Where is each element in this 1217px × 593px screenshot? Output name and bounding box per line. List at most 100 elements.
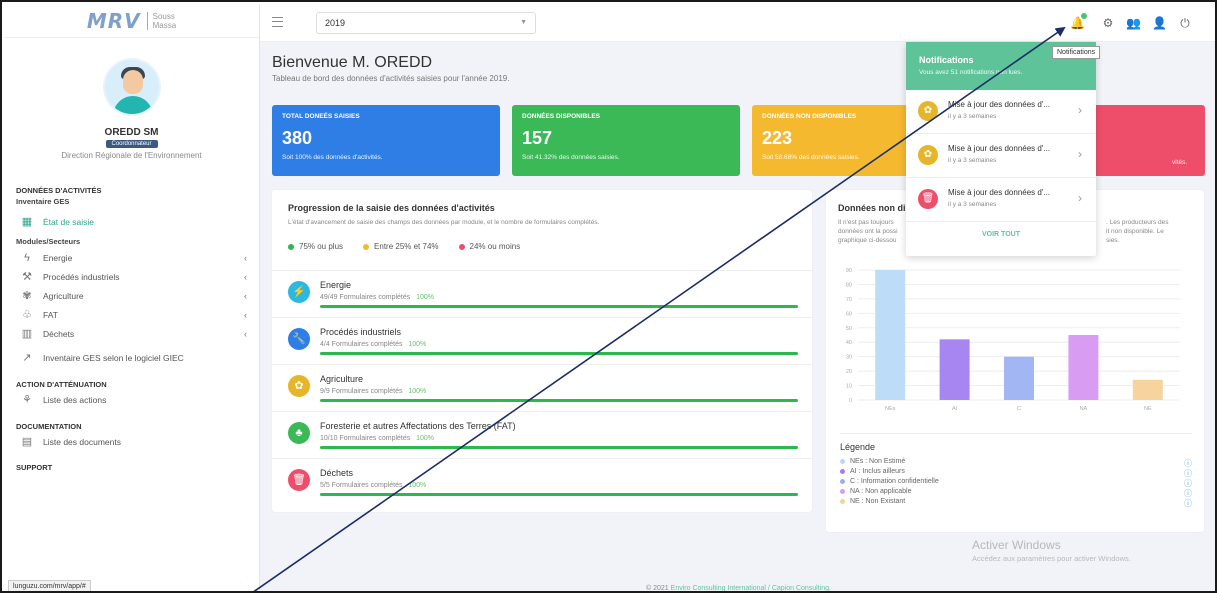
bar-nes[interactable] bbox=[875, 270, 906, 400]
avatar-head bbox=[122, 70, 143, 94]
bar-ne[interactable] bbox=[1132, 379, 1163, 400]
nav-item-documents[interactable]: ▤ Liste des documents bbox=[4, 432, 259, 451]
module-progress-row[interactable]: 🗑 Déchets 5/5 Formulaires complétés 100% bbox=[272, 458, 812, 505]
module-percent: 100% bbox=[408, 341, 427, 348]
stat-label: TOTAL DONEÉS SAISIES bbox=[282, 113, 360, 120]
nd-legend-list: NEs : Non Estimé ⓘ AI : Inclus ailleurs ⓘ C … bbox=[840, 458, 1192, 508]
wheat-icon: ✾ bbox=[22, 290, 32, 302]
users-icon[interactable]: 👥 bbox=[1126, 16, 1141, 30]
nav-item-actions[interactable]: ⚘ Liste des actions bbox=[4, 390, 259, 409]
chevron-left-icon: ‹ bbox=[244, 252, 247, 263]
settings-icon[interactable]: ⚙ bbox=[1101, 16, 1115, 30]
tree-icon: ♧ bbox=[22, 309, 32, 321]
module-icon: ⚡ bbox=[288, 281, 310, 303]
logo-subtitle: Souss Massa bbox=[146, 11, 176, 30]
logo[interactable]: MRV Souss Massa bbox=[4, 4, 259, 38]
module-icon: 🔧 bbox=[288, 328, 310, 350]
module-forms: 4/4 Formulaires complétés 100% bbox=[320, 341, 426, 348]
notification-icon: ✿ bbox=[918, 101, 938, 121]
nav-section-data: DONNÉES D'ACTIVITÉS bbox=[16, 186, 102, 195]
legend-dot bbox=[840, 458, 845, 464]
notification-item[interactable]: ✿ Mise à jour des données d'... il y a 3 s… bbox=[906, 90, 1096, 134]
user-role-badge: Coordonnateur bbox=[105, 140, 158, 148]
nav-section-support[interactable]: SUPPORT bbox=[4, 463, 259, 472]
nav-item-label: Agriculture bbox=[43, 290, 84, 301]
logo-text: MRV bbox=[86, 8, 141, 33]
bar-ai[interactable] bbox=[939, 339, 970, 400]
year-select[interactable]: 2019 ▼ bbox=[316, 12, 536, 34]
notification-time: il y a 3 semaines bbox=[948, 113, 997, 120]
module-progress-bar bbox=[320, 493, 798, 496]
module-forms-count: 49/49 Formulaires complétés bbox=[320, 294, 411, 301]
footer-link[interactable]: Enviro Consulting International / Capion… bbox=[671, 585, 829, 591]
module-percent: 100% bbox=[408, 388, 427, 395]
nav-item-inventaire-giec[interactable]: ↗ Inventaire GES selon le logiciel GIEC bbox=[4, 348, 259, 367]
nav-item-label: FAT bbox=[43, 309, 58, 320]
notifications-list: ✿ Mise à jour des données d'... il y a 3 s… bbox=[906, 90, 1096, 222]
stat-value: 157 bbox=[522, 128, 553, 148]
legend-dot bbox=[840, 498, 845, 504]
module-forms-count: 4/4 Formulaires complétés bbox=[320, 341, 403, 348]
notification-icon: ✿ bbox=[918, 145, 938, 165]
nav-item-dechets[interactable]: ▥ Déchets ‹ bbox=[4, 324, 259, 343]
info-icon[interactable]: ⓘ bbox=[1184, 498, 1192, 509]
module-progress-bar bbox=[320, 352, 798, 355]
windows-activation-watermark: Activer Windows Accédez aux paramètres p… bbox=[972, 538, 1131, 563]
notification-dot bbox=[1081, 13, 1087, 19]
nav-section-doc: DOCUMENTATION bbox=[16, 422, 82, 431]
notifications-subtitle: Vous avez 51 notifications non lues. bbox=[919, 69, 1023, 76]
x-tick-label: C bbox=[1017, 406, 1021, 412]
module-progress-row[interactable]: ⚡ Energie 49/49 Formulaires complétés 100% bbox=[272, 270, 812, 317]
legend-item: 24% ou moins bbox=[458, 242, 520, 251]
stat-card-total: TOTAL DONEÉS SAISIES 380 Soit 100% des d… bbox=[272, 105, 500, 176]
module-percent: 100% bbox=[408, 482, 427, 489]
legend-dot bbox=[840, 478, 845, 484]
page-title: Bienvenue M. OREDD bbox=[272, 54, 433, 71]
nav-item-label: Energie bbox=[43, 252, 73, 263]
nav-item-energie[interactable]: ϟ Energie ‹ bbox=[4, 248, 259, 267]
module-progress-bar bbox=[320, 305, 798, 308]
module-icon: 🗑 bbox=[288, 469, 310, 491]
module-forms-count: 9/9 Formulaires complétés bbox=[320, 388, 403, 395]
module-name: Agriculture bbox=[320, 374, 364, 384]
nd-desc-line: . Les producteurs des bbox=[1106, 219, 1169, 226]
module-progress-row[interactable]: ♣ Foresterie et autres Affectations des T… bbox=[272, 411, 812, 458]
module-progress-row[interactable]: ✿ Agriculture 9/9 Formulaires complétés 10… bbox=[272, 364, 812, 411]
notification-time: il y a 3 semaines bbox=[948, 201, 997, 208]
notification-title: Mise à jour des données d'... bbox=[948, 100, 1051, 109]
status-url: lunguzu.com/mrv/app/# bbox=[8, 580, 91, 591]
module-progress-bar bbox=[320, 399, 798, 402]
nav-item-procedes[interactable]: ⚒ Procédés industriels ‹ bbox=[4, 267, 259, 286]
bell-icon[interactable]: 🔔 bbox=[1070, 13, 1087, 30]
nd-desc-line: sies. bbox=[1106, 237, 1120, 244]
nav-item-fat[interactable]: ♧ FAT ‹ bbox=[4, 305, 259, 324]
menu-icon[interactable] bbox=[272, 17, 283, 27]
nav-item-etat-saisie[interactable]: ▦ État de saisie bbox=[4, 212, 259, 231]
y-tick-label: 90 bbox=[846, 268, 852, 274]
legend-item: Entre 25% et 74% bbox=[363, 242, 439, 251]
notification-item[interactable]: ✿ Mise à jour des données d'... il y a 3 s… bbox=[906, 134, 1096, 178]
stat-label: DONNÉES DISPONIBLES bbox=[522, 113, 601, 120]
module-icon: ♣ bbox=[288, 422, 310, 444]
page-subtitle: Tableau de bord des données d'activités … bbox=[272, 74, 510, 83]
notification-item[interactable]: 🗑 Mise à jour des données d'... il y a 3 s… bbox=[906, 178, 1096, 222]
nd-bar-chart: 0 10 20 30 40 50 60 70 80 90 NEs AI C NA NE bbox=[846, 268, 1180, 412]
progress-legend: 75% ou plus Entre 25% et 74% 24% ou moin… bbox=[288, 242, 796, 251]
nd-desc-right: . Les producteurs des it non disponible.… bbox=[1106, 218, 1169, 245]
user-icon[interactable]: 👤 bbox=[1152, 16, 1167, 30]
bar-c[interactable] bbox=[1004, 356, 1034, 400]
module-forms: 49/49 Formulaires complétés 100% bbox=[320, 294, 434, 301]
bar-na[interactable] bbox=[1068, 335, 1099, 400]
nd-legend-title: Légende bbox=[840, 442, 876, 452]
power-icon[interactable]: ⏻ bbox=[1178, 16, 1192, 30]
view-all-link[interactable]: VOIR TOUT bbox=[906, 231, 1096, 238]
legend-label: Entre 25% et 74% bbox=[374, 242, 439, 251]
user-org: Direction Régionale de l'Environnement bbox=[61, 151, 202, 160]
module-icon: ✿ bbox=[288, 375, 310, 397]
nav-item-agriculture[interactable]: ✾ Agriculture ‹ bbox=[4, 286, 259, 305]
chevron-left-icon: ‹ bbox=[244, 309, 247, 320]
module-name: Déchets bbox=[320, 468, 354, 478]
footer-prefix: © 2021 bbox=[646, 585, 669, 592]
stat-card-disponibles: DONNÉES DISPONIBLES 157 Soit 41.32% des … bbox=[512, 105, 740, 176]
module-progress-row[interactable]: 🔧 Procédés industriels 4/4 Formulaires com… bbox=[272, 317, 812, 364]
